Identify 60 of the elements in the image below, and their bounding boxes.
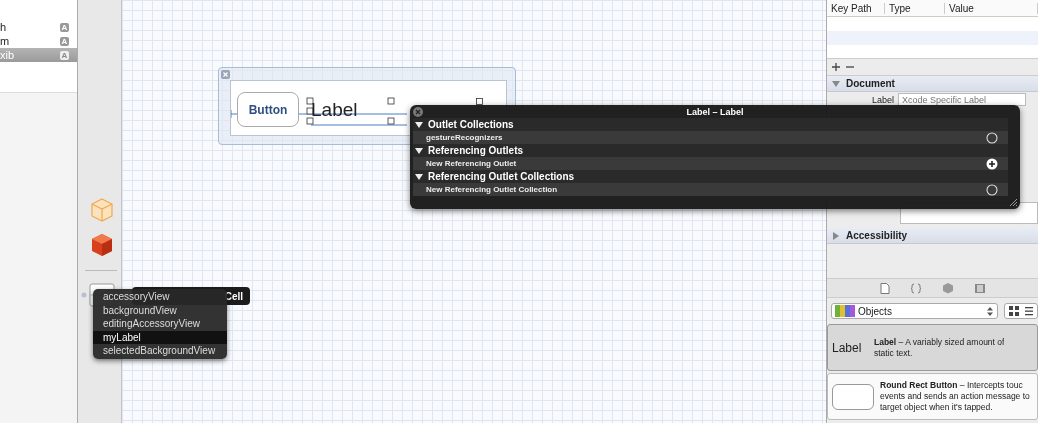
connection-circle-icon[interactable] — [986, 183, 998, 196]
panel-title: Label – Label — [686, 106, 744, 117]
status-badge: A — [60, 22, 69, 32]
library-popup[interactable]: Objects — [831, 303, 998, 319]
column-header[interactable]: Type — [885, 2, 945, 14]
section-title: Document — [846, 78, 895, 89]
round-rect-button[interactable]: Button — [237, 92, 299, 127]
connection-circle-icon[interactable] — [986, 131, 998, 144]
status-badge: A — [60, 36, 69, 46]
outlet-name: New Referencing Outlet Collection — [426, 185, 558, 194]
view-mode-control[interactable] — [1004, 303, 1038, 319]
section-header[interactable]: Outlet Collections — [413, 118, 1008, 131]
remove-icon[interactable] — [846, 63, 854, 71]
menu-item[interactable]: backgroundView — [93, 303, 227, 317]
section-title: Referencing Outlet Collections — [428, 171, 575, 182]
field-label: Label — [872, 94, 895, 105]
list-icon[interactable] — [1025, 306, 1033, 316]
menu-item[interactable]: accessoryView — [93, 290, 227, 304]
menu-item[interactable]: myLabel — [93, 330, 227, 344]
cube-icon[interactable] — [89, 232, 115, 258]
resize-grip-icon[interactable] — [1009, 198, 1017, 206]
menu-item[interactable]: selectedBackgroundView — [93, 344, 227, 358]
books-icon — [835, 305, 855, 317]
add-connection-icon[interactable] — [986, 157, 998, 170]
item-description: Label – A variably sized amount of static text. — [874, 336, 1005, 359]
section-title: Accessibility — [846, 230, 908, 241]
menu-item[interactable]: editingAccessoryView — [93, 317, 227, 331]
status-badge: A — [60, 50, 69, 60]
selection-handle-icon[interactable] — [476, 98, 483, 105]
label-text[interactable]: Label — [311, 99, 358, 121]
section-header[interactable]: Referencing Outlets — [413, 144, 1008, 157]
disclosure-triangle-icon[interactable] — [415, 172, 423, 181]
section-header[interactable]: Referencing Outlet Collections — [413, 170, 1008, 183]
grid-icon[interactable] — [1009, 306, 1019, 316]
file-item[interactable]: h A — [0, 20, 77, 34]
outlet-name: gestureRecognizers — [426, 133, 503, 142]
add-icon[interactable] — [832, 63, 840, 71]
tooltip-text: Cell — [224, 290, 243, 302]
outlet-row[interactable]: New Referencing Outlet Collection — [413, 183, 1008, 196]
section-title: Referencing Outlets — [428, 145, 524, 156]
section-header[interactable]: Accessibility — [827, 228, 1038, 244]
item-description: Round Rect Button – Intercepts touc events and sends an action message to target object when it's tapped. — [880, 380, 1030, 413]
section-header[interactable]: Document — [827, 76, 1038, 92]
disclosure-triangle-icon[interactable] — [415, 146, 423, 155]
outlet-row[interactable]: gestureRecognizers — [413, 131, 1008, 144]
library-item[interactable]: Label Label – A variably sized amount of static text. — [827, 324, 1038, 371]
button-preview — [832, 383, 874, 410]
file-icon[interactable] — [879, 282, 890, 294]
file-item[interactable]: m A — [0, 34, 77, 48]
disclosure-triangle-icon[interactable] — [415, 120, 423, 129]
outlet-row[interactable]: New Referencing Outlet — [413, 157, 1008, 170]
column-header[interactable]: Key Path — [827, 2, 885, 14]
outlet-name: New Referencing Outlet — [426, 159, 517, 168]
close-icon[interactable] — [413, 107, 423, 117]
library-item[interactable]: Round Rect Button – Intercepts touc events and sends an action message to target object when it's tapped. — [827, 373, 1038, 420]
disclosure-dot-icon — [81, 292, 87, 298]
label-preview: Label — [832, 340, 863, 355]
updown-arrows-icon — [987, 306, 993, 316]
column-header[interactable]: Value — [945, 2, 1038, 14]
film-icon[interactable] — [973, 282, 986, 294]
